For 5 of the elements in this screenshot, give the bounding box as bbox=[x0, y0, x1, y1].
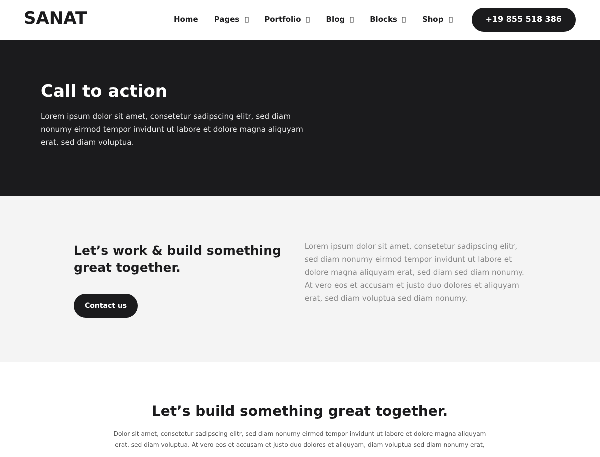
cta-title: Let’s work & build something great together. bbox=[74, 242, 282, 276]
hero-title: Call to action bbox=[41, 81, 169, 104]
phone-button[interactable]: +19 855 518 386 bbox=[472, 8, 576, 32]
logo[interactable]: SANAT bbox=[24, 7, 154, 33]
closing-title: Let’s build something great together. bbox=[152, 403, 448, 422]
